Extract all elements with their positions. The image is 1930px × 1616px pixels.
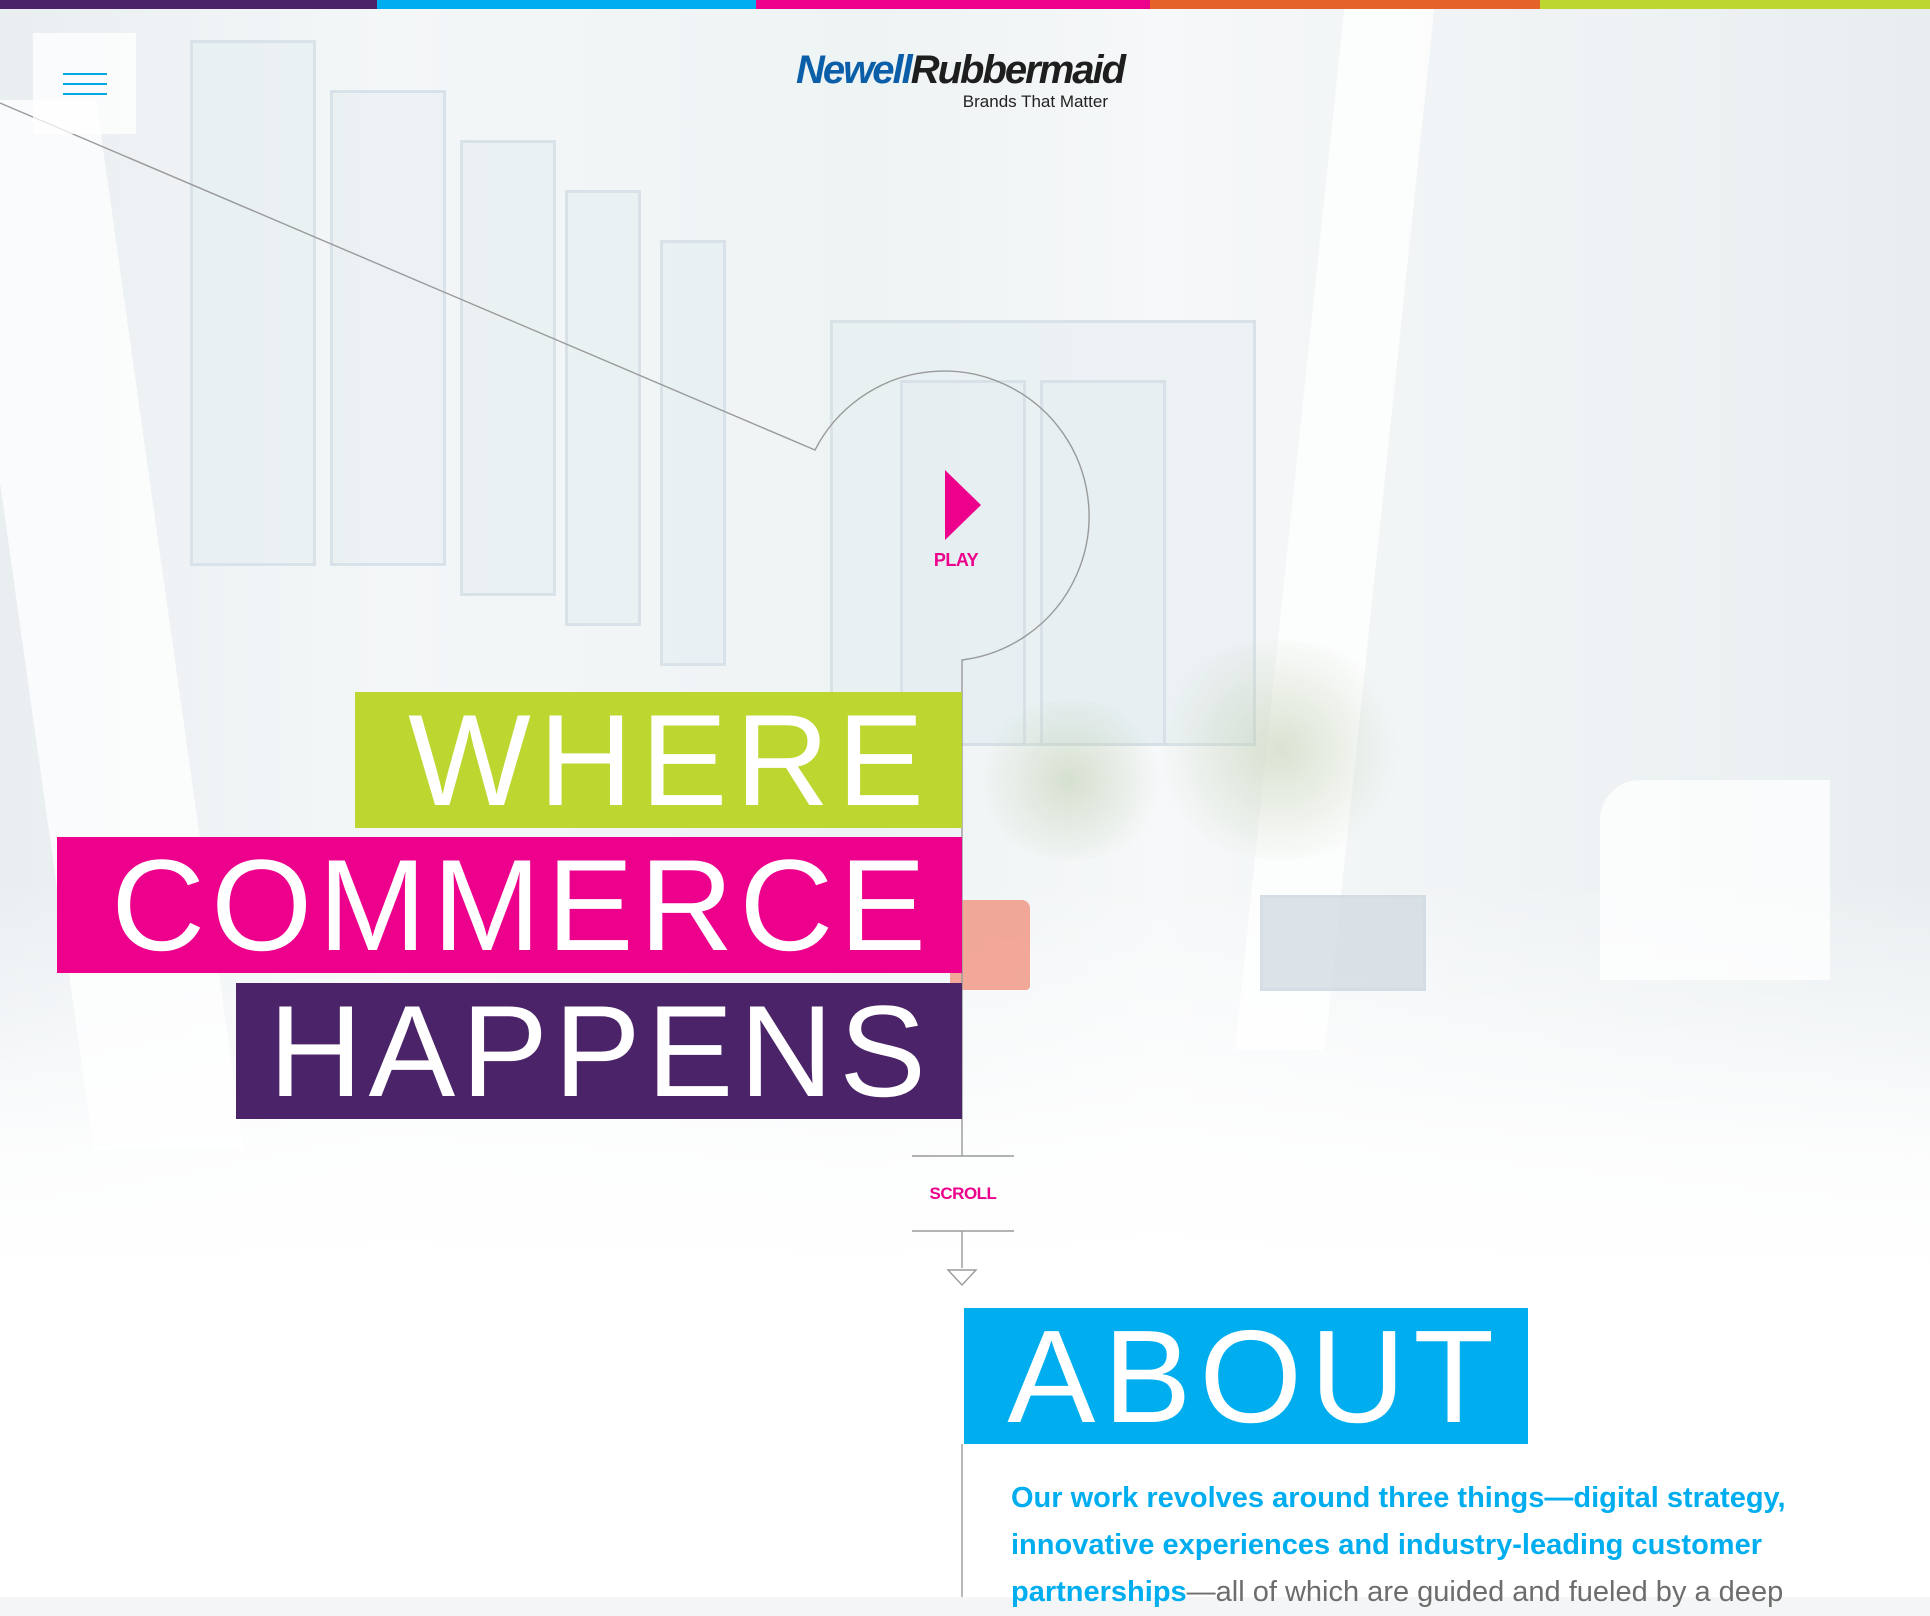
play-video-button[interactable]: PLAY: [928, 470, 988, 571]
color-stripe-bar: [0, 0, 1930, 9]
stripe-purple: [0, 0, 377, 9]
scroll-button[interactable]: SCROLL: [912, 1156, 1014, 1231]
logo-wordmark-newell: Newell: [796, 48, 913, 92]
headline-where: WHERE: [355, 692, 962, 828]
play-label: PLAY: [933, 550, 979, 570]
headline-happens: HAPPENS: [236, 983, 962, 1119]
logo-wordmark: NewellRubbermaid: [796, 48, 1126, 92]
stripe-orange: [1150, 0, 1540, 9]
about-heading: ABOUT: [964, 1308, 1528, 1444]
hamburger-line: [63, 83, 107, 85]
newell-rubbermaid-logo[interactable]: NewellRubbermaid Brands That Matter: [796, 48, 1126, 118]
headline-commerce: COMMERCE: [57, 837, 962, 973]
logo-wordmark-rubbermaid: Rubbermaid: [910, 48, 1126, 92]
menu-button[interactable]: [33, 33, 136, 134]
hamburger-menu-icon: [63, 73, 107, 75]
headline-commerce-text: COMMERCE: [111, 837, 932, 973]
hamburger-line: [63, 93, 107, 95]
stripe-lime: [1540, 0, 1930, 9]
stripe-blue: [377, 0, 756, 9]
about-intro-rest: —all of which are guided and fueled by a…: [1186, 1576, 1784, 1608]
stripe-magenta: [756, 0, 1150, 9]
down-arrow-icon: [946, 1269, 978, 1287]
headline-happens-text: HAPPENS: [268, 983, 932, 1119]
logo-tagline: Brands That Matter: [962, 92, 1108, 111]
about-intro-text: Our work revolves around three things—di…: [1011, 1475, 1831, 1616]
headline-where-text: WHERE: [408, 692, 932, 828]
play-triangle-icon: [945, 470, 981, 540]
